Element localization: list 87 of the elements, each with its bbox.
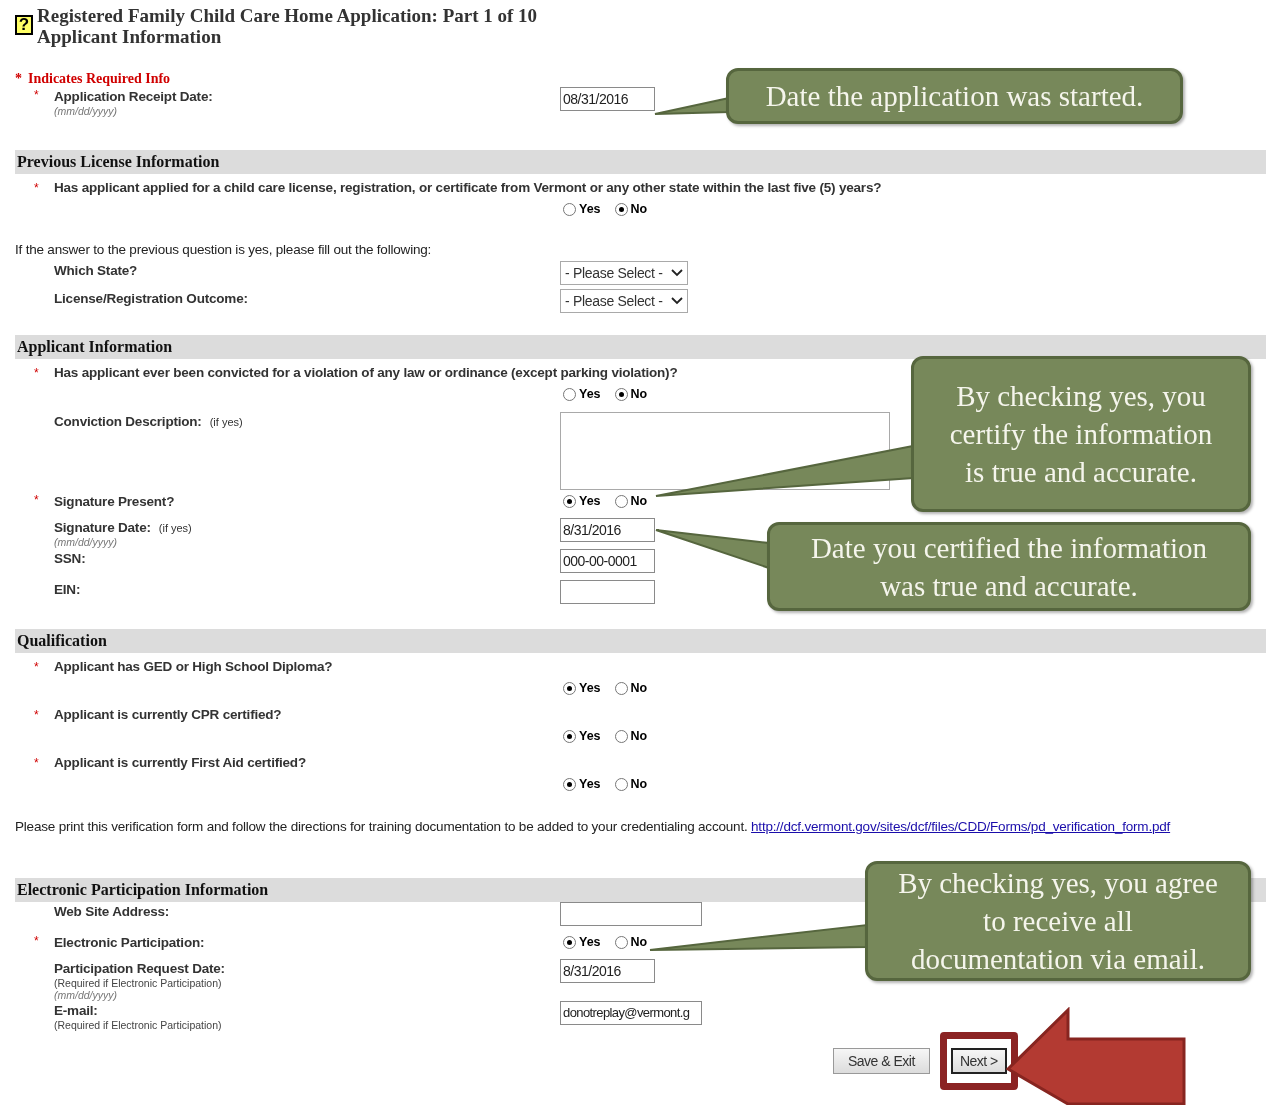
field-hint: (Required if Electronic Participation) [54,977,223,989]
question-label: Applicant has GED or High School Diploma? [54,658,333,674]
required-mark: * [15,71,22,87]
field-label: Web Site Address: [54,904,170,919]
radio-label: No [630,681,648,695]
field-hint: (Required if Electronic Participation) [54,1019,222,1031]
section-heading: Qualification [15,629,1266,653]
radio-button[interactable] [614,935,628,949]
radio-button[interactable] [614,494,628,508]
radio-label: Yes [579,935,601,949]
radio-button[interactable] [563,387,576,401]
radio-label: Yes [579,681,601,695]
required-mark: * [34,933,40,950]
callout: By checking yes, you certify the information is true and accurate. [911,356,1251,512]
section-heading: Previous License Information [15,150,1266,174]
required-mark: * [34,179,40,195]
radio-label: No [630,494,648,508]
radio-button[interactable] [563,777,576,791]
instruction-text: Please print this verification form and follow the directions for training documentation to be added to your credentialing account. [15,819,748,834]
question-label: Applicant is currently First Aid certified? [54,754,306,770]
radio-label: Yes [579,729,601,743]
dropdown[interactable]: - Please Select - [560,261,688,285]
field-label: Signature Present? [54,494,175,509]
input-field[interactable] [560,580,655,604]
radio-label: No [630,935,648,949]
required-mark: * [34,492,40,509]
radio-button[interactable] [563,494,576,508]
radio-button[interactable] [614,729,628,743]
radio-button[interactable] [614,202,628,216]
callout: Date the application was started. [726,68,1183,124]
input-field[interactable]: 8/31/2016 [560,518,655,542]
radio-label: No [630,729,648,743]
field-label: Signature Date: [54,520,151,535]
input-field[interactable] [560,902,702,926]
field-hint: (if yes) [209,416,243,428]
field-hint: (mm/dd/yyyy) [54,536,118,548]
dropdown[interactable]: - Please Select - [560,289,688,313]
radio-label: No [630,387,648,401]
callout: By checking yes, you agree to receive all documentation via email. [865,861,1251,981]
input-field[interactable]: 8/31/2016 [560,959,655,983]
radio-label: Yes [579,387,601,401]
field-label: License/Registration Outcome: [54,291,248,306]
page-title: Registered Family Child Care Home Application: Part 1 of 10 Applicant Information [37,5,538,47]
radio-label: Yes [579,777,601,791]
chevron-down-icon [670,269,683,277]
radio-button[interactable] [614,387,628,401]
question-label: Has applicant applied for a child care license, registration, or certificate from Vermont or any other state within the last five (5) years? [54,179,882,195]
field-label: E-mail: [54,1003,98,1018]
field-hint: (if yes) [158,522,192,534]
field-label: Electronic Participation: [54,935,205,950]
radio-label: Yes [579,494,601,508]
instruction-text: If the answer to the previous question is yes, please fill out the following: [15,242,432,257]
input-field[interactable]: 000-00-0001 [560,549,655,573]
next-button[interactable]: Next > [950,1048,1007,1074]
save-button[interactable]: Save & Exit [833,1048,930,1074]
input-field[interactable]: donotreplay@vermont.g [560,1001,702,1025]
field-label: Application Receipt Date: [54,89,213,104]
radio-button[interactable] [563,681,576,695]
field-label: Which State? [54,263,138,278]
chevron-down-icon [670,297,683,305]
radio-button[interactable] [614,681,628,695]
field-label: SSN: [54,551,86,566]
required-note: Indicates Required Info [28,71,171,87]
required-mark: * [34,87,40,104]
field-label: Participation Request Date: [54,961,225,976]
field-hint: (mm/dd/yyyy) [54,989,118,1001]
radio-label: No [630,777,648,791]
required-mark: * [34,754,40,770]
field-label: EIN: [54,582,81,597]
question-label: Has applicant ever been convicted for a violation of any law or ordinance (except parking violation)? [54,364,678,380]
callout: Date you certified the information was true and accurate. [767,522,1251,611]
radio-button[interactable] [563,729,576,743]
section-heading: Applicant Information [15,335,1266,359]
form-link[interactable]: http://dcf.vermont.gov/sites/dcf/files/CDD/Forms/pd_verification_form.pdf [751,819,1171,834]
input-field[interactable]: 08/31/2016 [560,87,655,111]
field-hint: (mm/dd/yyyy) [54,105,118,117]
required-mark: * [34,706,40,722]
required-mark: * [34,364,40,380]
radio-button[interactable] [563,935,576,949]
question-label: Applicant is currently CPR certified? [54,706,282,722]
field-label: Conviction Description: [54,414,202,429]
radio-label: Yes [579,202,601,216]
radio-button[interactable] [614,777,628,791]
required-mark: * [34,658,40,674]
help-button[interactable]: ? [15,15,33,35]
radio-button[interactable] [563,202,576,216]
radio-label: No [630,202,648,216]
